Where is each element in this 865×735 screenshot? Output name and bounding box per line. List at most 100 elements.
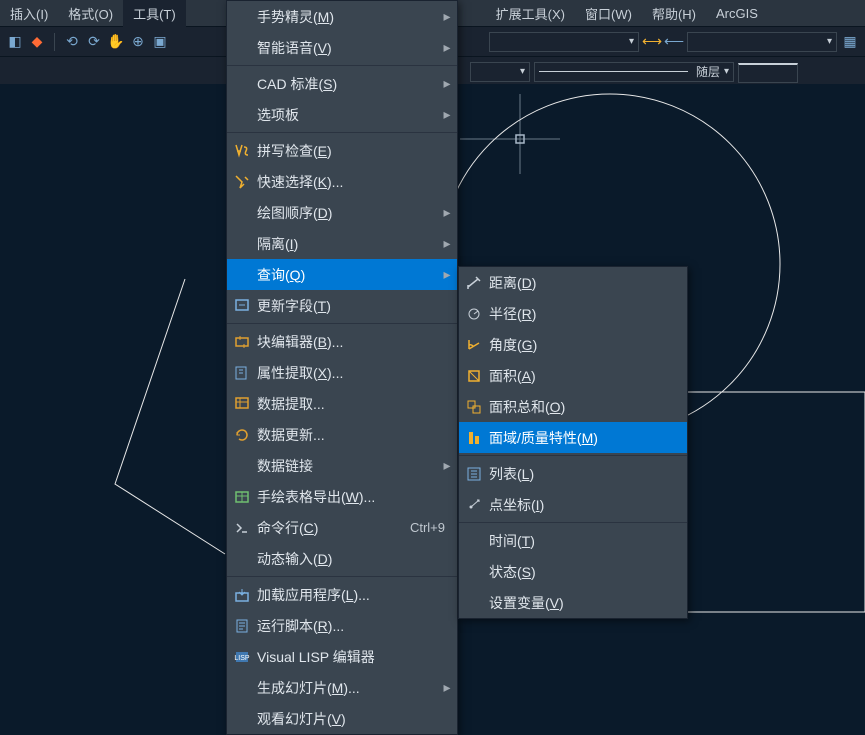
update-icon <box>227 298 257 314</box>
radius-icon <box>459 306 489 322</box>
qselect-icon <box>227 174 257 190</box>
menu-separator <box>227 323 457 324</box>
query-menu-item-3[interactable]: 面积(A) <box>459 360 687 391</box>
tools-menu-item-1[interactable]: 智能语音(V)▸ <box>227 32 457 63</box>
menu-format[interactable]: 格式(O) <box>58 0 123 27</box>
table-icon <box>227 489 257 505</box>
nav-next-icon[interactable]: ⟳ <box>85 33 103 51</box>
query-menu-item-7[interactable]: 点坐标(I) <box>459 489 687 520</box>
tools-menu-label-18: 加载应用程序(L)... <box>257 585 457 605</box>
query-menu-label-10: 设置变量(V) <box>489 593 687 613</box>
submenu-arrow-icon: ▸ <box>437 679 457 696</box>
tools-menu-item-16[interactable]: 命令行(C)Ctrl+9 <box>227 512 457 543</box>
tools-menu-label-5: 快速选择(K)... <box>257 172 457 192</box>
query-menu-item-0[interactable]: 距离(D) <box>459 267 687 298</box>
tools-menu-item-9[interactable]: 更新字段(T) <box>227 290 457 321</box>
data-icon <box>227 396 257 412</box>
load-icon <box>227 587 257 603</box>
tools-menu-label-14: 数据链接 <box>257 456 437 476</box>
lisp-icon: LISP <box>227 649 257 665</box>
tools-menu-item-22[interactable]: 观看幻灯片(V) <box>227 703 457 734</box>
attr-icon <box>227 365 257 381</box>
tools-menu-item-0[interactable]: 手势精灵(M)▸ <box>227 1 457 32</box>
menu-tools[interactable]: 工具(T) <box>123 0 186 27</box>
query-menu-item-1[interactable]: 半径(R) <box>459 298 687 329</box>
tools-menu-item-10[interactable]: 块编辑器(B)... <box>227 326 457 357</box>
query-menu-item-6[interactable]: 列表(L) <box>459 458 687 489</box>
tools-menu-item-13[interactable]: 数据更新... <box>227 419 457 450</box>
menu-window[interactable]: 窗口(W) <box>575 0 642 27</box>
query-menu-item-4[interactable]: 面积总和(O) <box>459 391 687 422</box>
menu-extensions[interactable]: 扩展工具(X) <box>486 0 575 27</box>
tools-menu-label-19: 运行脚本(R)... <box>257 616 457 636</box>
svg-text:LISP: LISP <box>234 655 250 662</box>
tools-menu-item-19[interactable]: 运行脚本(R)... <box>227 610 457 641</box>
tools-menu-item-7[interactable]: 隔离(I)▸ <box>227 228 457 259</box>
lineweight-dropdown[interactable] <box>738 63 798 83</box>
dist-icon <box>459 275 489 291</box>
tools-menu-item-3[interactable]: 选项板▸ <box>227 99 457 130</box>
query-menu-label-5: 面域/质量特性(M) <box>489 428 687 448</box>
tools-menu-label-21: 生成幻灯片(M)... <box>257 678 437 698</box>
menu-arcgis[interactable]: ArcGIS <box>706 2 768 25</box>
dimstyle-dropdown[interactable]: ▾ <box>687 32 837 52</box>
zoom-window-icon[interactable]: ▣ <box>151 33 169 51</box>
menu-help[interactable]: 帮助(H) <box>642 0 706 27</box>
layer-dropdown[interactable]: ▾ <box>489 32 639 52</box>
tools-menu-label-16: 命令行(C) <box>257 518 410 538</box>
table-icon[interactable]: ▦ <box>841 33 859 51</box>
spell-icon <box>227 143 257 159</box>
submenu-arrow-icon: ▸ <box>437 75 457 92</box>
tools-menu-label-0: 手势精灵(M) <box>257 7 437 27</box>
color-dropdown[interactable]: ▾ <box>470 62 530 82</box>
tools-menu-item-8[interactable]: 查询(Q)▸ <box>227 259 457 290</box>
refresh-icon <box>227 427 257 443</box>
tools-menu-item-17[interactable]: 动态输入(D) <box>227 543 457 574</box>
tools-menu-item-21[interactable]: 生成幻灯片(M)...▸ <box>227 672 457 703</box>
tools-menu-item-15[interactable]: 手绘表格导出(W)... <box>227 481 457 512</box>
menu-separator <box>459 455 687 456</box>
submenu-arrow-icon: ▸ <box>437 204 457 221</box>
tools-menu-item-2[interactable]: CAD 标准(S)▸ <box>227 68 457 99</box>
script-icon <box>227 618 257 634</box>
point-icon <box>459 497 489 513</box>
tools-menu-item-6[interactable]: 绘图顺序(D)▸ <box>227 197 457 228</box>
tools-menu-item-11[interactable]: 属性提取(X)... <box>227 357 457 388</box>
submenu-arrow-icon: ▸ <box>437 39 457 56</box>
dim-style-icon[interactable]: ⟵ <box>665 33 683 51</box>
submenu-arrow-icon: ▸ <box>437 235 457 252</box>
menu-separator <box>227 576 457 577</box>
tools-menu-item-4[interactable]: 拼写检查(E) <box>227 135 457 166</box>
query-menu-item-8[interactable]: 时间(T) <box>459 525 687 556</box>
tools-menu-label-8: 查询(Q) <box>257 265 437 285</box>
query-menu-item-2[interactable]: 角度(G) <box>459 329 687 360</box>
pan-icon[interactable]: ✋ <box>107 33 125 51</box>
query-menu-item-9[interactable]: 状态(S) <box>459 556 687 587</box>
query-menu-label-6: 列表(L) <box>489 464 687 484</box>
query-menu-item-5[interactable]: 面域/质量特性(M) <box>459 422 687 453</box>
tool-icon-1[interactable]: ◧ <box>6 33 24 51</box>
linetype-dropdown[interactable]: 随层 ▾ <box>534 62 734 82</box>
submenu-arrow-icon: ▸ <box>437 266 457 283</box>
tools-menu-item-20[interactable]: LISPVisual LISP 编辑器 <box>227 641 457 672</box>
menu-insert[interactable]: 插入(I) <box>0 0 58 27</box>
tools-menu-item-14[interactable]: 数据链接▸ <box>227 450 457 481</box>
angle-icon <box>459 337 489 353</box>
tools-menu-item-18[interactable]: 加载应用程序(L)... <box>227 579 457 610</box>
tools-menu-label-1: 智能语音(V) <box>257 38 437 58</box>
cmd-icon <box>227 520 257 536</box>
tool-icon-2[interactable]: ◆ <box>28 33 46 51</box>
tools-menu-label-4: 拼写检查(E) <box>257 141 457 161</box>
dim-icon[interactable]: ⟷ <box>643 33 661 51</box>
shortcut-label: Ctrl+9 <box>410 520 457 535</box>
block-icon <box>227 334 257 350</box>
nav-prev-icon[interactable]: ⟲ <box>63 33 81 51</box>
tools-menu-label-7: 隔离(I) <box>257 234 437 254</box>
query-menu-item-10[interactable]: 设置变量(V) <box>459 587 687 618</box>
tools-menu-label-15: 手绘表格导出(W)... <box>257 487 457 507</box>
tools-menu-item-12[interactable]: 数据提取... <box>227 388 457 419</box>
query-menu-label-0: 距离(D) <box>489 273 687 293</box>
zoom-icon[interactable]: ⊕ <box>129 33 147 51</box>
tools-menu-item-5[interactable]: 快速选择(K)... <box>227 166 457 197</box>
tools-menu-label-6: 绘图顺序(D) <box>257 203 437 223</box>
